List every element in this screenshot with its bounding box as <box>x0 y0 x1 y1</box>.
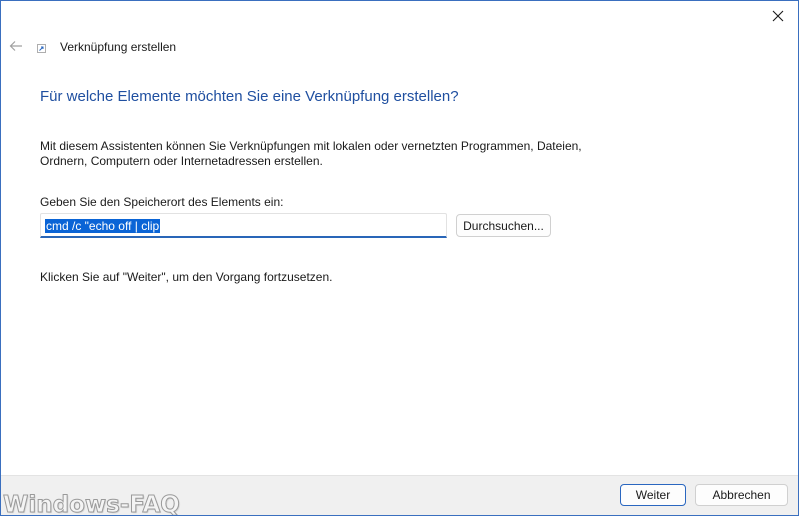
continue-hint: Klicken Sie auf "Weiter", um den Vorgang… <box>40 270 333 284</box>
location-input-value[interactable]: cmd /c "echo off | clip <box>45 219 161 233</box>
close-button[interactable] <box>764 5 792 27</box>
wizard-footer: Windows-FAQ Weiter Abbrechen <box>1 475 798 515</box>
watermark: Windows-FAQ <box>3 492 181 516</box>
wizard-heading: Für welche Elemente möchten Sie eine Ver… <box>40 88 459 105</box>
back-button[interactable] <box>7 37 25 55</box>
description-line-2: Ordnern, Computern oder Internetadressen… <box>40 154 323 168</box>
window-title: Verknüpfung erstellen <box>60 40 177 54</box>
browse-button[interactable]: Durchsuchen... <box>456 214 551 237</box>
next-button[interactable]: Weiter <box>620 484 686 506</box>
description-line-1: Mit diesem Assistenten können Sie Verknü… <box>40 139 582 153</box>
shortcut-icon <box>37 44 46 53</box>
back-arrow-icon <box>9 41 22 51</box>
shortcut-wizard-window: Verknüpfung erstellen Für welche Element… <box>0 0 799 516</box>
cancel-button[interactable]: Abbrechen <box>695 484 788 506</box>
wizard-description: Mit diesem Assistenten können Sie Verknü… <box>40 139 620 169</box>
location-label: Geben Sie den Speicherort des Elements e… <box>40 195 284 209</box>
location-input[interactable]: cmd /c "echo off | clip <box>40 213 447 238</box>
close-icon <box>772 10 784 22</box>
